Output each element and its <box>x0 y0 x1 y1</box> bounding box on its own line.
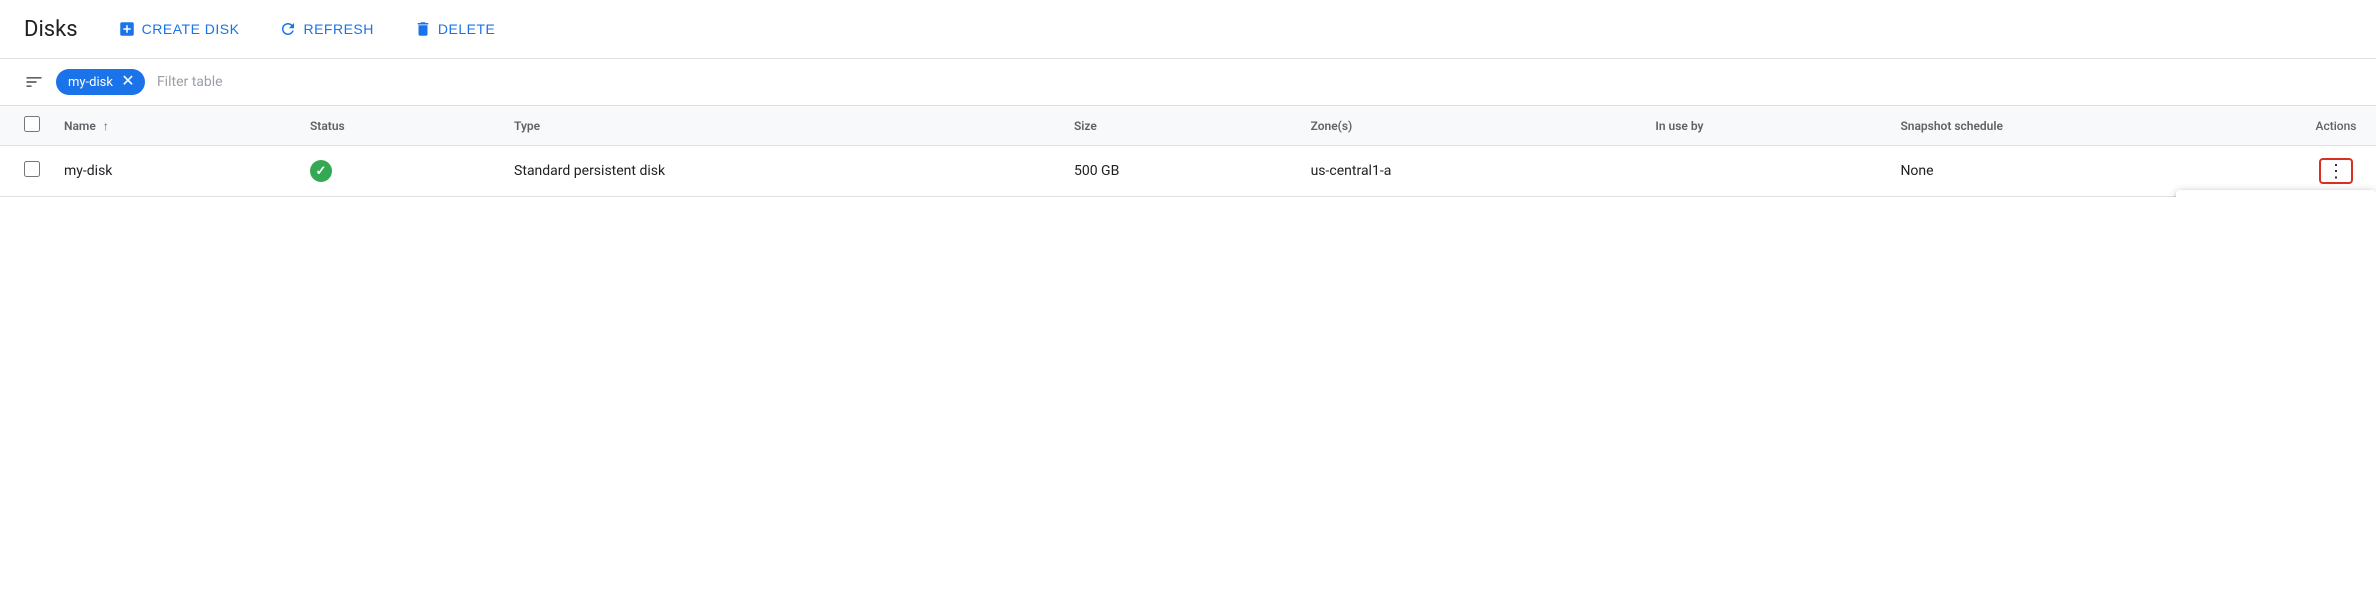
row-checkbox-cell <box>0 146 48 197</box>
name-column-header[interactable]: Name ↑ <box>48 106 294 146</box>
page-title: Disks <box>24 17 78 42</box>
create-disk-button[interactable]: CREATE DISK <box>102 12 256 46</box>
filter-chip-label: my-disk <box>68 75 113 90</box>
table-wrapper: Name ↑ Status Type Size Zone(s) In use b… <box>0 106 2376 197</box>
type-column-header: Type <box>498 106 1058 146</box>
disks-table: Name ↑ Status Type Size Zone(s) In use b… <box>0 106 2376 197</box>
toolbar: Disks CREATE DISK REFRESH DELETE <box>0 0 2376 59</box>
zones-column-header: Zone(s) <box>1295 106 1640 146</box>
filter-placeholder: Filter table <box>157 74 223 90</box>
actions-cell: ⋮ Create instance <box>2296 146 2376 197</box>
refresh-icon <box>279 20 297 38</box>
sort-arrow-icon: ↑ <box>103 119 109 133</box>
disk-zones: us-central1-a <box>1311 163 1392 179</box>
disk-name: my-disk <box>64 163 112 179</box>
disk-type: Standard persistent disk <box>514 163 665 179</box>
row-actions-button[interactable]: ⋮ <box>2319 158 2353 184</box>
filter-row: my-disk ✕ Filter table <box>0 59 2376 106</box>
disk-snapshot: None <box>1900 163 1933 179</box>
row-checkbox[interactable] <box>24 161 40 177</box>
actions-dropdown-menu: Create instance Create snapshot <box>2176 190 2376 197</box>
size-column-header: Size <box>1058 106 1295 146</box>
delete-button[interactable]: DELETE <box>398 12 511 46</box>
snapshot-schedule-column-header: Snapshot schedule <box>1884 106 2296 146</box>
select-all-checkbox[interactable] <box>24 116 40 132</box>
refresh-button[interactable]: REFRESH <box>263 12 389 46</box>
disk-size-cell: 500 GB <box>1058 146 1295 197</box>
status-column-header: Status <box>294 106 498 146</box>
disk-snapshot-cell: None <box>1884 146 2296 197</box>
status-ok-icon: ✓ <box>310 160 332 182</box>
actions-column-header: Actions <box>2296 106 2376 146</box>
disk-name-cell: my-disk <box>48 146 294 197</box>
filter-chip-close-button[interactable]: ✕ <box>119 73 137 91</box>
disk-status-cell: ✓ <box>294 146 498 197</box>
disk-zones-cell: us-central1-a <box>1295 146 1640 197</box>
filter-chip: my-disk ✕ <box>56 69 145 95</box>
disk-in-use-cell <box>1639 146 1884 197</box>
select-all-header <box>0 106 48 146</box>
filter-menu-button[interactable] <box>24 72 44 92</box>
disk-size: 500 GB <box>1074 163 1119 179</box>
create-disk-icon <box>118 20 136 38</box>
table-row: my-disk ✓ Standard persistent disk 500 G… <box>0 146 2376 197</box>
delete-icon <box>414 20 432 38</box>
in-use-by-column-header: In use by <box>1639 106 1884 146</box>
disk-type-cell: Standard persistent disk <box>498 146 1058 197</box>
